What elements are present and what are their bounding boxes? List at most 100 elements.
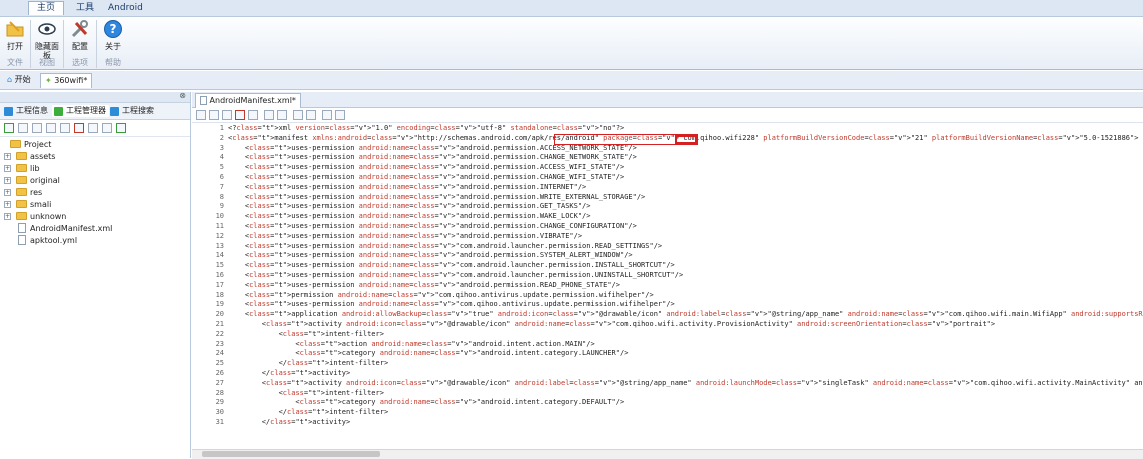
line-number: 3: [219, 143, 224, 152]
tab-start[interactable]: ⌂ 开始: [3, 73, 35, 87]
paste-icon[interactable]: [248, 110, 258, 120]
file-icon: [18, 235, 26, 245]
code-editor[interactable]: 1 <?class="t">xml version=class="v">"1.0"…: [192, 123, 1143, 449]
lock-icon[interactable]: [196, 110, 206, 120]
code-line[interactable]: 27 <class="t">activity android:icon=clas…: [192, 379, 1143, 388]
line-number: 1: [219, 124, 224, 132]
code-text: <class="t">activity android:icon=class="…: [228, 320, 996, 328]
code-line[interactable]: 11 <class="t">uses-permission android:na…: [192, 222, 1143, 231]
scroll-thumb[interactable]: [202, 451, 380, 457]
paste-icon[interactable]: [102, 123, 112, 133]
code-line[interactable]: 26 </class="t">activity>: [192, 369, 1143, 378]
tab-project-360wifi[interactable]: ✦ 360wifi*: [40, 73, 93, 88]
redo-icon[interactable]: [277, 110, 287, 120]
expand-icon[interactable]: +: [4, 213, 11, 220]
folder-icon[interactable]: [46, 123, 56, 133]
ribbon: 打开 隐藏面板 配置 ? 关于 文件 视图 选项 帮助: [0, 17, 1143, 70]
refresh-icon[interactable]: [4, 123, 14, 133]
code-line[interactable]: 28 <class="t">intent-filter>: [192, 389, 1143, 398]
tab-home[interactable]: 主页: [28, 1, 65, 15]
tree-icon[interactable]: [18, 123, 28, 133]
line-number: 17: [215, 280, 224, 289]
code-line[interactable]: 12 <class="t">uses-permission android:na…: [192, 232, 1143, 241]
code-line[interactable]: 8 <class="t">uses-permission android:nam…: [192, 193, 1143, 202]
code-line[interactable]: 17 <class="t">uses-permission android:na…: [192, 281, 1143, 290]
line-number: 12: [215, 231, 224, 240]
line-number: 15: [215, 261, 224, 270]
back-icon[interactable]: [293, 110, 303, 120]
ribbon-tab-bar: 主页 工具 Android: [0, 0, 1143, 17]
copy-icon[interactable]: [88, 123, 98, 133]
tab-project-search[interactable]: 工程搜索: [108, 105, 157, 117]
hide-panel-button[interactable]: 隐藏面板: [34, 19, 60, 60]
code-line[interactable]: 10 <class="t">uses-permission android:na…: [192, 212, 1143, 221]
about-button[interactable]: ? 关于: [100, 19, 126, 51]
line-number: 26: [215, 369, 224, 377]
file-icon: [200, 96, 207, 105]
document-tab-strip: ⌂ 开始 ✦ 360wifi*: [0, 71, 1143, 90]
code-line[interactable]: 9 <class="t">uses-permission android:nam…: [192, 202, 1143, 211]
build-icon[interactable]: [116, 123, 126, 133]
line-number: 10: [215, 212, 224, 221]
code-text: <class="t">uses-permission android:name=…: [228, 251, 633, 260]
code-line[interactable]: 18 <class="t">permission android:name=cl…: [192, 291, 1143, 300]
code-line[interactable]: 19 <class="t">uses-permission android:na…: [192, 300, 1143, 309]
code-line[interactable]: 25 </class="t">intent-filter>: [192, 359, 1143, 368]
tab-androidmanifest[interactable]: AndroidManifest.xml*: [195, 93, 301, 108]
code-text: <class="t">uses-permission android:name=…: [228, 153, 637, 162]
code-line[interactable]: 13 <class="t">uses-permission android:na…: [192, 242, 1143, 251]
code-text: <class="t">category android:name=class="…: [228, 398, 625, 407]
code-text: <class="t">uses-permission android:name=…: [228, 271, 684, 279]
open-button[interactable]: 打开: [2, 19, 28, 51]
line-number: 20: [215, 310, 224, 319]
cut-icon[interactable]: [235, 110, 245, 120]
code-line[interactable]: 24 <class="t">category android:name=clas…: [192, 349, 1143, 358]
code-line[interactable]: 22 <class="t">intent-filter>: [192, 330, 1143, 339]
expand-icon[interactable]: +: [4, 153, 11, 160]
code-text: <class="t">uses-permission android:name=…: [228, 182, 587, 191]
tab-android[interactable]: Android: [100, 2, 151, 15]
code-line[interactable]: 14 <class="t">uses-permission android:na…: [192, 251, 1143, 260]
line-number: 14: [215, 251, 224, 260]
code-line[interactable]: 6 <class="t">uses-permission android:nam…: [192, 173, 1143, 182]
undo-icon[interactable]: [264, 110, 274, 120]
code-text: <class="t">uses-permission android:name=…: [228, 280, 620, 289]
code-text: </class="t">activity>: [228, 369, 351, 377]
expand-icon[interactable]: +: [4, 189, 11, 196]
code-line[interactable]: 30 </class="t">intent-filter>: [192, 408, 1143, 417]
code-text: <class="t">application android:allowBack…: [228, 310, 1143, 319]
code-line[interactable]: 5 <class="t">uses-permission android:nam…: [192, 163, 1143, 172]
code-line[interactable]: 21 <class="t">activity android:icon=clas…: [192, 320, 1143, 329]
info-icon: [4, 107, 13, 116]
code-line[interactable]: 23 <class="t">action android:name=class=…: [192, 340, 1143, 349]
copy-icon[interactable]: [222, 110, 232, 120]
code-line[interactable]: 7 <class="t">uses-permission android:nam…: [192, 183, 1143, 192]
code-line[interactable]: 15 <class="t">uses-permission android:na…: [192, 261, 1143, 270]
expand-icon[interactable]: +: [4, 165, 11, 172]
tab-tools[interactable]: 工具: [68, 2, 102, 15]
pin-icon[interactable]: ⊗: [179, 91, 186, 100]
delete-icon[interactable]: [74, 123, 84, 133]
line-number: 4: [219, 153, 224, 162]
expand-icon[interactable]: +: [4, 177, 11, 184]
code-text: </class="t">intent-filter>: [228, 359, 389, 368]
folder-icon: [16, 212, 27, 220]
indent-icon[interactable]: [322, 110, 332, 120]
code-line[interactable]: 1 <?class="t">xml version=class="v">"1.0"…: [192, 124, 1143, 133]
settings-button[interactable]: 配置: [67, 19, 93, 51]
code-line[interactable]: 4 <class="t">uses-permission android:nam…: [192, 153, 1143, 162]
code-line[interactable]: 16 <class="t">uses-permission android:na…: [192, 271, 1143, 280]
save-icon[interactable]: [209, 110, 219, 120]
panel-tabs: 工程信息 工程管理器 工程搜索: [0, 103, 190, 120]
tab-project-manager[interactable]: 工程管理器: [52, 105, 109, 117]
code-line[interactable]: 20 <class="t">application android:allowB…: [192, 310, 1143, 319]
forward-icon[interactable]: [306, 110, 316, 120]
expand-icon[interactable]: +: [4, 201, 11, 208]
find-icon[interactable]: [335, 110, 345, 120]
folder-icon: [16, 152, 27, 160]
code-line[interactable]: 29 <class="t">category android:name=clas…: [192, 398, 1143, 407]
file-icon[interactable]: [60, 123, 70, 133]
list-icon[interactable]: [32, 123, 42, 133]
tab-project-info[interactable]: 工程信息: [2, 105, 51, 117]
code-line[interactable]: 31 </class="t">activity>: [192, 418, 1143, 427]
